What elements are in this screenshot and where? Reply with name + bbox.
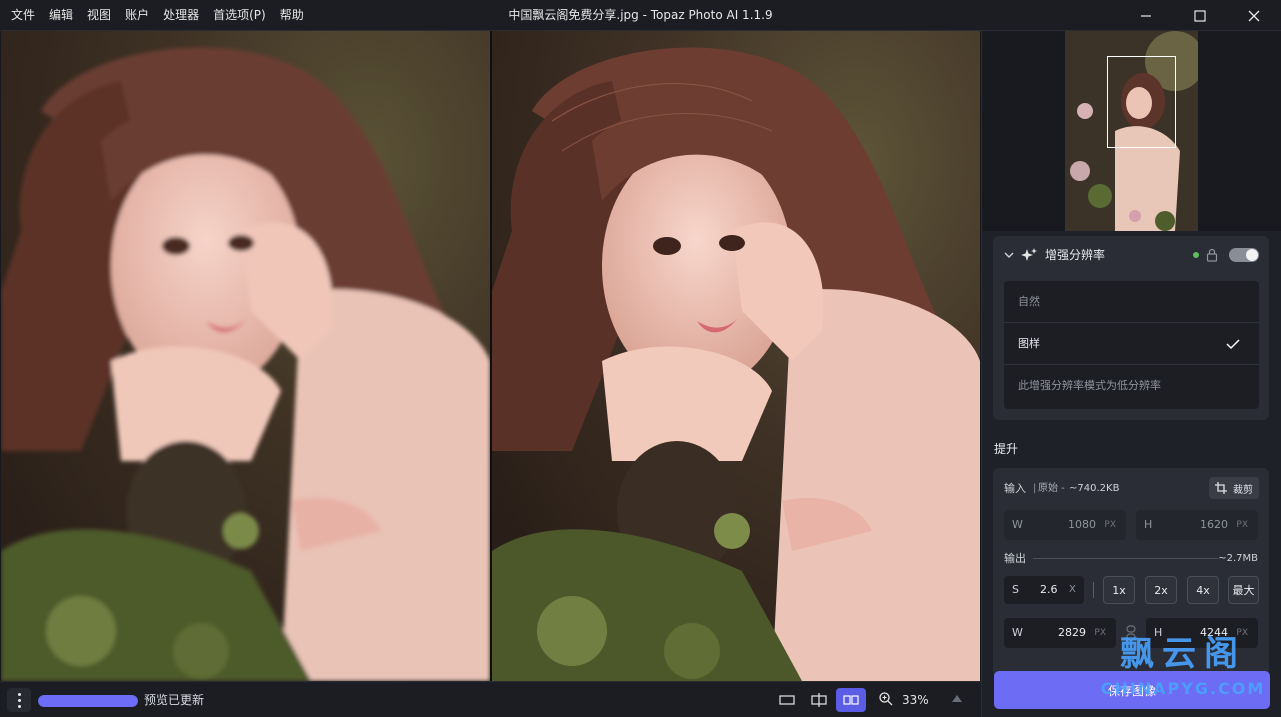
menu-processor[interactable]: 处理器 <box>156 0 206 31</box>
dot-icon <box>17 704 21 708</box>
input-original-label: 原始 - <box>1038 483 1065 494</box>
model-option-label: 图样 <box>1018 337 1040 350</box>
more-options-button[interactable] <box>7 688 31 712</box>
maximize-icon <box>1194 9 1206 22</box>
checkmark-icon <box>1226 339 1240 350</box>
output-label: 输出 <box>1004 552 1026 565</box>
save-image-button[interactable]: 保存图像 <box>994 671 1270 709</box>
sparkle-icon <box>1021 248 1037 261</box>
unit-label: PX <box>1236 628 1248 638</box>
model-option-graphic[interactable]: 图样 <box>1004 323 1259 365</box>
status-dot-icon <box>1193 252 1199 258</box>
zoom-dropdown-arrow-icon[interactable] <box>952 695 962 702</box>
scale-4x-button[interactable]: 4x <box>1187 576 1219 604</box>
enhanced-preview[interactable] <box>492 31 980 681</box>
input-height-value: 1620 <box>1200 518 1228 531</box>
link-icon[interactable] <box>1124 625 1138 641</box>
output-height-field[interactable]: H 4244 PX <box>1146 618 1258 648</box>
minimize-button[interactable] <box>1119 0 1173 31</box>
status-text: 预览已更新 <box>144 693 205 707</box>
preview-progress-bar <box>38 695 138 707</box>
bottom-bar: 预览已更新 33% <box>0 681 981 717</box>
model-list: 自然 图样 此增强分辨率模式为低分辨率 <box>1004 281 1259 409</box>
dot-icon <box>17 692 21 696</box>
settings-sidebar: 增强分辨率 自然 图样 此增强分辨率模式为低分辨率 提升 输入 | 原始 - ~… <box>981 31 1281 717</box>
toggle-knob <box>1246 249 1258 261</box>
portrait-photo-enhanced <box>492 31 980 681</box>
menu-help[interactable]: 帮助 <box>273 0 311 31</box>
original-preview[interactable] <box>1 31 490 681</box>
navigator-thumbnail[interactable] <box>1065 31 1198 231</box>
viewport-frame[interactable] <box>1107 56 1176 148</box>
crop-button[interactable]: 裁剪 <box>1209 477 1259 499</box>
input-label: 输入 <box>1004 482 1026 495</box>
upscale-section-title: 提升 <box>994 442 1019 456</box>
maximize-button[interactable] <box>1173 0 1227 31</box>
upscale-card: 输入 | 原始 - ~740.2KB 裁剪 W 1080 PX H 1620 P… <box>993 468 1269 678</box>
input-height-field: H 1620 PX <box>1136 510 1258 540</box>
close-icon <box>1248 10 1260 21</box>
width-label: W <box>1012 626 1023 639</box>
menu-preferences[interactable]: 首选项(P) <box>206 0 273 31</box>
title-bar: 文件 编辑 视图 账户 处理器 首选项(P) 帮助 中国飘云阁免费分享.jpg … <box>0 0 1281 31</box>
input-width-field: W 1080 PX <box>1004 510 1126 540</box>
input-file-size: ~740.2KB <box>1069 483 1120 494</box>
zoom-icon[interactable] <box>878 691 894 707</box>
scale-value[interactable]: 2.6 <box>1040 583 1058 597</box>
zoom-level[interactable]: 33% <box>902 691 929 709</box>
scale-field[interactable]: S 2.6 X <box>1004 576 1084 604</box>
unit-label: PX <box>1236 520 1248 530</box>
height-label: H <box>1154 626 1163 639</box>
side-by-side-view-button[interactable] <box>836 688 866 712</box>
enhance-toggle[interactable] <box>1229 248 1259 262</box>
single-view-button[interactable] <box>772 688 802 712</box>
side-by-side-icon <box>843 695 859 705</box>
crop-icon <box>1215 482 1227 494</box>
output-file-size: ~2.7MB <box>1218 553 1258 564</box>
menu-account[interactable]: 账户 <box>118 0 156 31</box>
scale-separator <box>1093 582 1094 598</box>
input-separator: | <box>1033 483 1037 494</box>
scale-max-button[interactable]: 最大 <box>1228 576 1259 604</box>
width-label: W <box>1012 518 1023 531</box>
model-note: 此增强分辨率模式为低分辨率 <box>1018 379 1161 392</box>
scale-2x-button[interactable]: 2x <box>1145 576 1177 604</box>
split-view-icon <box>811 693 827 707</box>
portrait-photo-original <box>1 31 490 681</box>
unit-label: PX <box>1104 520 1116 530</box>
single-view-icon <box>779 695 795 705</box>
height-label: H <box>1144 518 1153 531</box>
scale-1x-button[interactable]: 1x <box>1103 576 1135 604</box>
navigator-panel[interactable] <box>982 31 1281 231</box>
output-divider <box>1033 558 1218 559</box>
output-width-field[interactable]: W 2829 PX <box>1004 618 1116 648</box>
output-height-value[interactable]: 4244 <box>1200 626 1228 640</box>
input-width-value: 1080 <box>1068 518 1096 531</box>
close-button[interactable] <box>1227 0 1281 31</box>
unit-label: PX <box>1094 628 1106 638</box>
scale-label: S <box>1012 583 1019 596</box>
menu-file[interactable]: 文件 <box>4 0 42 31</box>
lock-icon[interactable] <box>1206 248 1218 262</box>
split-view-button[interactable] <box>804 688 834 712</box>
crop-label: 裁剪 <box>1233 484 1253 496</box>
chevron-down-icon[interactable] <box>1003 249 1015 261</box>
scale-unit: X <box>1069 584 1076 595</box>
progress-fill <box>38 695 138 707</box>
model-option-natural[interactable]: 自然 <box>1004 281 1259 323</box>
menu-edit[interactable]: 编辑 <box>42 0 80 31</box>
enhance-header[interactable]: 增强分辨率 <box>993 236 1269 274</box>
minimize-icon <box>1141 14 1151 17</box>
output-width-value[interactable]: 2829 <box>1058 626 1086 640</box>
menu-view[interactable]: 视图 <box>80 0 118 31</box>
enhance-title: 增强分辨率 <box>1045 248 1106 262</box>
dot-icon <box>17 698 21 702</box>
menu-bar: 文件 编辑 视图 账户 处理器 首选项(P) 帮助 <box>4 0 311 31</box>
enhance-resolution-card: 增强分辨率 自然 图样 此增强分辨率模式为低分辨率 <box>993 236 1269 420</box>
